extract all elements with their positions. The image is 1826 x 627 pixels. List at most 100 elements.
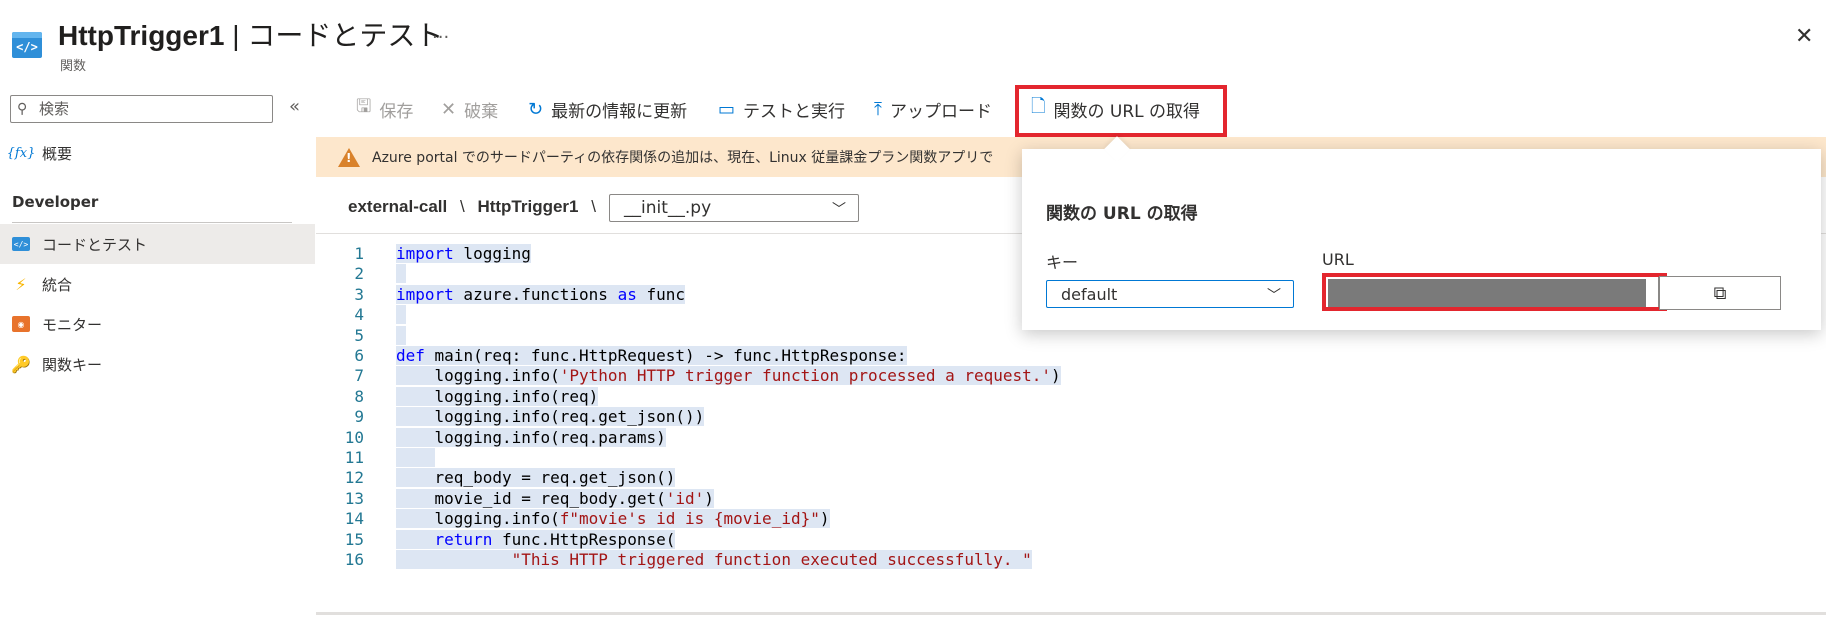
code-text: import azure.functions as func (396, 284, 685, 304)
refresh-icon: ↻ (528, 98, 544, 120)
code-text: import logging (396, 244, 531, 263)
code-text: logging.info(req.get_json()) (396, 407, 705, 427)
copy-icon: ⧉ (1713, 282, 1727, 304)
code-text: logging.info(req.params) (396, 427, 666, 447)
function-overview-icon: {fx} (6, 145, 36, 161)
page-title-name: HttpTrigger1 (58, 20, 225, 51)
page-title: HttpTrigger1 | コードとテスト (58, 14, 443, 54)
line-number: 3 (354, 284, 364, 304)
search-icon: ⚲ (17, 101, 28, 117)
save-label: 保存 (379, 101, 414, 122)
line-number: 2 (354, 264, 364, 284)
horizontal-scrollbar[interactable] (316, 612, 1826, 615)
breadcrumb: external-call \ HttpTrigger1 \ (348, 197, 604, 217)
sidebar-item-label: 概要 (42, 144, 73, 163)
line-number: 16 (344, 550, 364, 569)
line-number: 11 (344, 448, 364, 467)
url-label: URL (1322, 250, 1354, 269)
code-line[interactable]: 16 "This HTTP triggered function execute… (316, 550, 1816, 574)
page-title-subtitle: コードとテスト (247, 20, 444, 51)
upload-label: アップロード (889, 101, 992, 122)
test-run-button[interactable]: ▭ テストと実行 (718, 95, 845, 123)
line-number: 14 (344, 509, 364, 529)
line-number: 13 (344, 488, 364, 508)
close-button[interactable]: ✕ (1795, 24, 1813, 49)
code-text (396, 305, 406, 325)
line-number: 8 (354, 386, 364, 406)
code-text: "This HTTP triggered function executed s… (396, 550, 1032, 569)
copy-url-button[interactable]: ⧉ (1659, 276, 1781, 310)
line-number: 12 (344, 468, 364, 488)
code-text: logging.info('Python HTTP trigger functi… (396, 366, 1061, 386)
test-icon: ▭ (718, 98, 736, 120)
search-input[interactable] (39, 99, 264, 119)
refresh-label: 最新の情報に更新 (551, 101, 688, 122)
save-button[interactable]: 🖫 保存 (356, 95, 413, 123)
discard-button[interactable]: ✕ 破棄 (441, 95, 498, 123)
sidebar-item-code-and-test[interactable]: </> コードとテスト (0, 224, 315, 264)
code-text: movie_id = req_body.get('id') (396, 488, 714, 508)
line-number: 15 (344, 529, 364, 549)
warning-icon: ! (338, 147, 360, 167)
function-app-icon: </> (12, 32, 42, 58)
breadcrumb-function: HttpTrigger1 (477, 197, 579, 216)
chevron-down-icon: ﹀ (832, 202, 846, 218)
code-text: logging.info(req) (396, 386, 599, 406)
sidebar-item-overview[interactable]: {fx} 概要 (0, 133, 315, 173)
key-dropdown-value: default (1061, 284, 1118, 304)
code-text: logging.info(f"movie's id is {movie_id}"… (396, 509, 830, 529)
refresh-button[interactable]: ↻ 最新の情報に更新 (528, 95, 687, 123)
code-text: def main(req: func.HttpRequest) -> func.… (396, 346, 907, 365)
code-text (396, 448, 435, 467)
page-title-separator: | (232, 20, 240, 51)
line-number: 5 (354, 325, 364, 345)
annotation-highlight-url (1322, 273, 1667, 311)
sidebar-item-function-keys[interactable]: 🔑 関数キー (0, 344, 315, 384)
sidebar-item-label: コードとテスト (42, 235, 148, 254)
section-divider (12, 222, 292, 223)
key-icon: 🔑 (11, 354, 31, 374)
line-number: 7 (354, 366, 364, 386)
sidebar-item-label: 統合 (42, 275, 73, 294)
sidebar-section-developer: Developer (12, 193, 99, 211)
file-dropdown[interactable]: __init__.py ﹀ (609, 194, 859, 222)
lightning-icon: ⚡ (15, 274, 27, 294)
collapse-sidebar-button[interactable]: « (289, 96, 300, 117)
breadcrumb-app: external-call (348, 197, 448, 216)
breadcrumb-separator: \ (591, 197, 596, 216)
file-dropdown-value: __init__.py (624, 198, 712, 218)
key-dropdown[interactable]: default ﹀ (1046, 280, 1294, 308)
key-label: キー (1046, 253, 1079, 272)
save-icon: 🖫 (356, 96, 372, 117)
breadcrumb-separator: \ (459, 197, 465, 216)
warning-text: Azure portal でのサードパーティの依存関係の追加は、現在、Linux… (372, 150, 994, 166)
get-url-popup: 関数の URL の取得 キー URL default ﹀ ⧉ (1022, 149, 1821, 330)
line-number: 6 (354, 346, 364, 365)
code-text (396, 264, 406, 284)
test-run-label: テストと実行 (743, 101, 846, 122)
code-text: req_body = req.get_json() (396, 468, 676, 488)
popup-title: 関数の URL の取得 (1046, 204, 1198, 224)
monitor-icon: ◉ (12, 316, 30, 332)
code-icon: </> (12, 237, 30, 251)
upload-icon: ⤒ (874, 98, 882, 120)
resource-kind-label: 関数 (60, 59, 87, 74)
discard-label: 破棄 (464, 101, 499, 122)
top-breadcrumb-links (0, 0, 1826, 4)
code-text: return func.HttpResponse( (396, 529, 676, 549)
annotation-highlight-get-url (1015, 85, 1227, 137)
sidebar-item-label: 関数キー (42, 355, 103, 374)
sidebar-item-integration[interactable]: ⚡ 統合 (0, 264, 315, 304)
line-number: 4 (354, 305, 364, 325)
line-number: 9 (354, 407, 364, 427)
close-icon: ✕ (441, 98, 457, 120)
line-number: 10 (344, 427, 364, 447)
chevron-down-icon: ﹀ (1267, 288, 1281, 304)
sidebar-search-box[interactable]: ⚲ (10, 95, 273, 123)
more-actions-button[interactable]: ... (432, 22, 449, 43)
code-text (396, 325, 406, 345)
upload-button[interactable]: ⤒ アップロード (874, 95, 992, 123)
line-number: 1 (354, 244, 364, 263)
sidebar-item-monitor[interactable]: ◉ モニター (0, 304, 315, 344)
sidebar-item-label: モニター (42, 315, 103, 334)
